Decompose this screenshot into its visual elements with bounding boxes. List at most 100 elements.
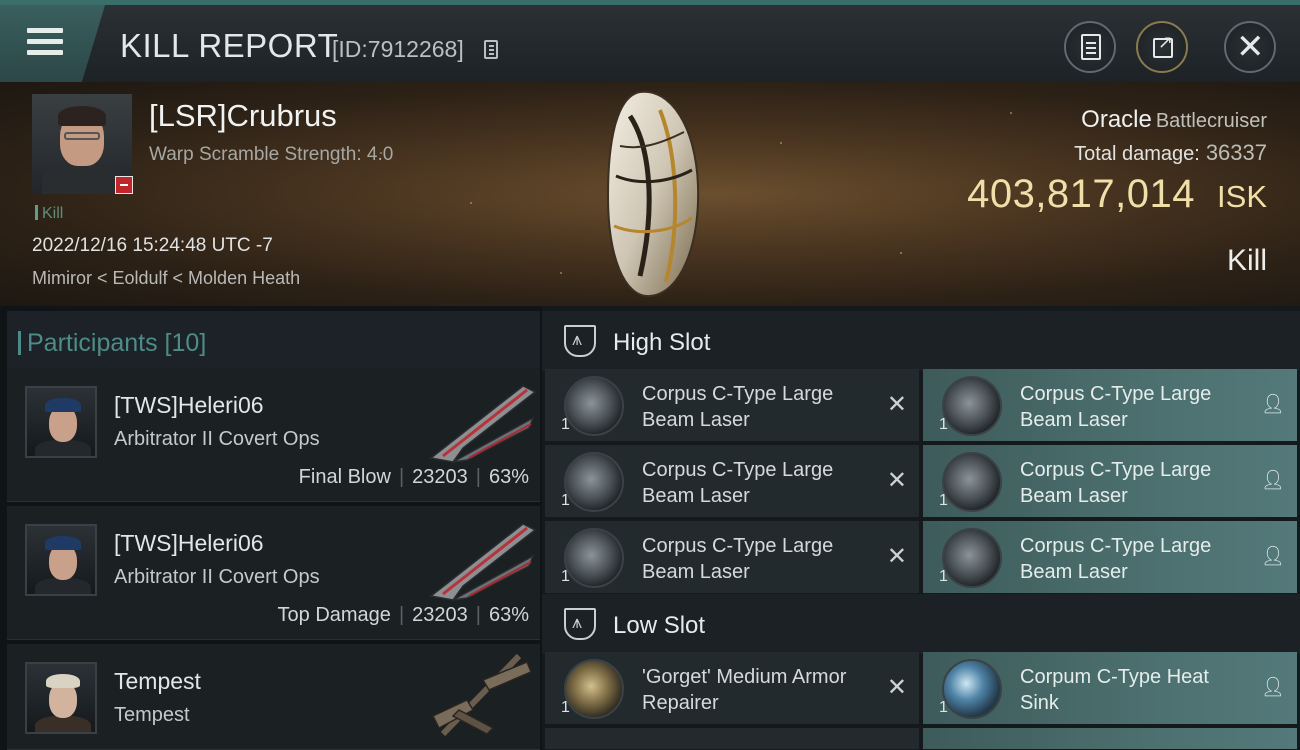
fitting-panel: High Slot 1 Corpus C-Type Large Beam Las… (542, 306, 1300, 750)
participant-name: [TWS]Heleri06 (114, 392, 264, 418)
x-icon: ✕ (886, 391, 907, 418)
module-icon (942, 452, 1002, 512)
kill-tag: Kill (35, 205, 63, 223)
participant-ship: Tempest (114, 704, 190, 726)
total-damage-label: Total damage: (1074, 143, 1200, 165)
x-icon: ✕ (886, 674, 907, 701)
participant-row[interactable]: Tempest Tempest (7, 644, 540, 750)
module-item[interactable]: 1 Corpus C-Type Large Beam Laser ✕ (545, 521, 919, 594)
warp-scramble-strength: Warp Scramble Strength: 4.0 (149, 144, 394, 165)
participant-stats: Final Blow | 23203 | 63% (298, 466, 529, 488)
high-slot-title: High Slot (613, 329, 711, 356)
result-label: Kill (1226, 244, 1267, 277)
module-icon (942, 528, 1002, 588)
module-quantity: 1 (939, 492, 948, 509)
victim-name[interactable]: [LSR]Crubrus (149, 98, 337, 134)
module-quantity: 1 (561, 492, 570, 509)
low-slot-header: Low Slot (542, 594, 1300, 654)
menu-icon (27, 28, 63, 58)
module-quantity: 1 (939, 699, 948, 716)
module-icon (564, 528, 624, 588)
ship-name: Oracle (1081, 106, 1152, 133)
standing-minus-icon (115, 176, 133, 194)
page-title: KILL REPORT (120, 27, 339, 64)
header-bar: KILL REPORT [ID:7912268] ✕ (0, 0, 1300, 82)
module-name: Corpus C-Type Large Beam Laser (642, 459, 834, 507)
module-item[interactable]: 1 Corpus C-Type Large Beam Laser 👤︎ (923, 369, 1297, 442)
total-damage-value: 36337 (1205, 140, 1267, 165)
module-item[interactable]: 1 Corpum C-Type Heat Sink 👤︎ (923, 652, 1297, 725)
module-item[interactable]: 1 Corpus C-Type Large Beam Laser 👤︎ (923, 521, 1297, 594)
participant-avatar (25, 524, 97, 596)
module-icon (564, 659, 624, 719)
participant-avatar (25, 662, 97, 734)
module-name: Corpum C-Type Heat Sink (1020, 666, 1209, 714)
participant-role: Final Blow (298, 466, 391, 488)
slot-icon (564, 608, 596, 640)
clipboard-icon (1081, 34, 1101, 60)
person-icon: 👤︎ (1260, 470, 1285, 491)
module-item[interactable]: 1 Corpus C-Type Large Beam Laser ✕ (545, 445, 919, 518)
participant-avatar (25, 386, 97, 458)
participant-ship-image (429, 523, 537, 601)
share-button[interactable] (1136, 21, 1188, 73)
participant-name: Tempest (114, 668, 201, 694)
person-icon: 👤︎ (1260, 677, 1285, 698)
victim-ship-model (606, 90, 700, 298)
participant-ship: Arbitrator II Covert Ops (114, 428, 320, 450)
share-icon (1153, 32, 1173, 58)
module-item[interactable]: 1 'Gorget' Medium Armor Repairer ✕ (545, 652, 919, 725)
module-icon (564, 376, 624, 436)
module-item[interactable]: 1 Corpus C-Type Large Beam Laser 👤︎ (923, 445, 1297, 518)
high-slot-header: High Slot (542, 311, 1300, 371)
module-icon (564, 452, 624, 512)
module-name: Corpus C-Type Large Beam Laser (1020, 535, 1212, 583)
module-item[interactable] (923, 728, 1297, 750)
module-name: Corpus C-Type Large Beam Laser (642, 383, 834, 431)
module-quantity: 1 (561, 699, 570, 716)
module-quantity: 1 (939, 416, 948, 433)
participant-damage: 23203 (412, 604, 468, 626)
person-icon: 👤︎ (1260, 394, 1285, 415)
module-name: Corpus C-Type Large Beam Laser (1020, 459, 1212, 507)
participant-row[interactable]: [TWS]Heleri06 Arbitrator II Covert Ops F… (7, 368, 540, 502)
kill-timestamp: 2022/12/16 15:24:48 UTC -7 (32, 235, 273, 256)
module-quantity: 1 (939, 568, 948, 585)
participant-damage: 23203 (412, 466, 468, 488)
kill-location[interactable]: Mimiror < Eoldulf < Molden Heath (32, 268, 300, 289)
isk-value-line: 403,817,014 ISK (967, 172, 1267, 217)
participants-header: Participants [10] (7, 311, 540, 371)
x-icon: ✕ (886, 543, 907, 570)
participants-title: Participants [10] (17, 329, 207, 357)
participant-stats: Top Damage | 23203 | 63% (277, 604, 529, 626)
participant-ship-image (431, 653, 532, 736)
victim-ship-info[interactable]: Oracle Battlecruiser (1081, 106, 1267, 134)
module-quantity: 1 (561, 416, 570, 433)
report-id: [ID:7912268] (332, 36, 464, 62)
copy-icon[interactable] (484, 40, 498, 59)
module-name: Corpus C-Type Large Beam Laser (1020, 383, 1212, 431)
module-name: 'Gorget' Medium Armor Repairer (642, 666, 847, 714)
module-item[interactable] (545, 728, 919, 750)
participant-percent: 63% (488, 466, 529, 488)
low-slot-title: Low Slot (613, 612, 706, 639)
module-item[interactable]: 1 Corpus C-Type Large Beam Laser ✕ (545, 369, 919, 442)
participant-name: [TWS]Heleri06 (114, 530, 264, 556)
participant-percent: 63% (488, 604, 529, 626)
close-icon: ✕ (1236, 28, 1265, 66)
module-icon (942, 659, 1002, 719)
ship-class: Battlecruiser (1155, 110, 1267, 132)
module-icon (942, 376, 1002, 436)
participant-row[interactable]: [TWS]Heleri06 Arbitrator II Covert Ops T… (7, 506, 540, 640)
participant-role: Top Damage (277, 604, 391, 626)
close-button[interactable]: ✕ (1224, 21, 1276, 73)
participants-panel: Participants [10] [TWS]Heleri06 Arbitrat… (0, 306, 542, 750)
clipboard-button[interactable] (1064, 21, 1116, 73)
module-name: Corpus C-Type Large Beam Laser (642, 535, 834, 583)
victim-banner: [LSR]Crubrus Warp Scramble Strength: 4.0… (0, 82, 1300, 306)
participant-ship: Arbitrator II Covert Ops (114, 566, 320, 588)
isk-value: 403,817,014 (967, 172, 1196, 216)
participant-ship-image (429, 385, 537, 463)
slot-icon (564, 325, 596, 357)
menu-button[interactable] (0, 5, 105, 82)
